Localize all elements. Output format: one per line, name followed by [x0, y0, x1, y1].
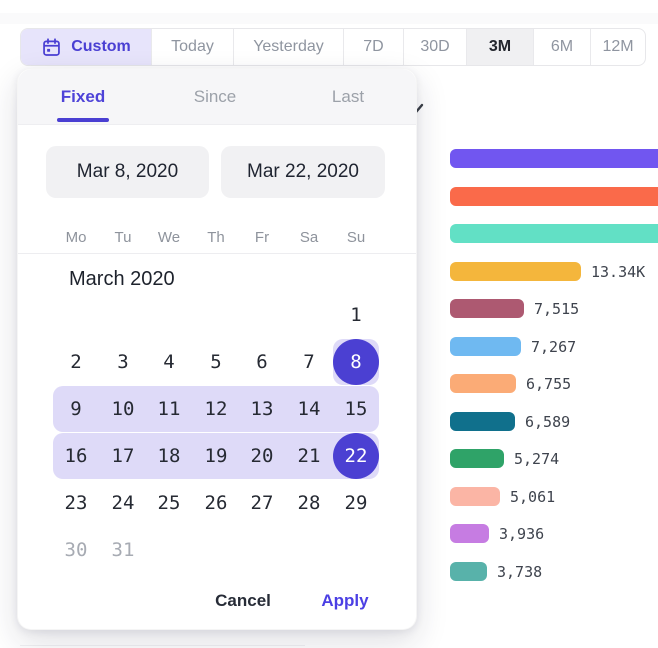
weekday-label: Fr — [239, 227, 285, 249]
day-cell[interactable]: 14 — [286, 386, 332, 432]
country-bar — [450, 374, 516, 393]
day-cell[interactable]: 29 — [333, 480, 379, 526]
date-picker-popup: Fixed Since Last Mar 8, 2020 Mar 22, 202… — [17, 68, 417, 630]
day-cell[interactable]: 13 — [239, 386, 285, 432]
toolbar-item-label: 12M — [602, 38, 633, 56]
day-cell[interactable]: 9 — [53, 386, 99, 432]
country-bar — [450, 149, 658, 168]
weekday-label: Sa — [286, 227, 332, 249]
toolbar-item-3m[interactable]: 3M — [467, 29, 534, 65]
toolbar-item-label: 7D — [363, 38, 383, 56]
weekday-label: Su — [333, 227, 379, 249]
day-cell[interactable]: 5 — [193, 339, 239, 385]
tab-label: Fixed — [61, 87, 105, 107]
country-value: 3,738 — [497, 563, 542, 582]
toolbar-item-today[interactable]: Today — [152, 29, 234, 65]
day-cell[interactable]: 7 — [286, 339, 332, 385]
toolbar-item-7d[interactable]: 7D — [344, 29, 404, 65]
country-bar — [450, 224, 658, 243]
country-value: 5,274 — [514, 450, 559, 469]
country-value: 6,589 — [525, 413, 570, 432]
toolbar-item-label: 6M — [551, 38, 573, 56]
day-cell[interactable]: 15 — [333, 386, 379, 432]
country-bar — [450, 262, 581, 281]
day-cell[interactable]: 19 — [193, 433, 239, 479]
cancel-button[interactable]: Cancel — [203, 585, 283, 617]
country-bar — [450, 562, 487, 581]
day-cell-range-start[interactable]: 8 — [333, 339, 379, 385]
calendar-icon — [41, 37, 62, 58]
day-cell-range-end[interactable]: 22 — [333, 433, 379, 479]
day-cell[interactable]: 10 — [100, 386, 146, 432]
day-cell[interactable]: 20 — [239, 433, 285, 479]
day-cell[interactable]: 11 — [146, 386, 192, 432]
tab-since[interactable]: Since — [170, 69, 260, 125]
day-cell[interactable]: 16 — [53, 433, 99, 479]
weekday-label: Tu — [100, 227, 146, 249]
day-cell[interactable]: 27 — [239, 480, 285, 526]
country-value: 5,061 — [510, 488, 555, 507]
country-bar — [450, 449, 504, 468]
day-cell[interactable]: 21 — [286, 433, 332, 479]
date-picker-tabbar: Fixed Since Last — [18, 69, 416, 125]
month-title: March 2020 — [69, 268, 175, 291]
tab-label: Since — [194, 87, 237, 107]
country-bar — [450, 337, 521, 356]
start-date-value: Mar 8, 2020 — [77, 161, 178, 183]
country-value: 13.34K — [591, 263, 645, 282]
day-cell[interactable]: 2 — [53, 339, 99, 385]
day-cell[interactable]: 23 — [53, 480, 99, 526]
country-value: 7,515 — [534, 300, 579, 319]
day-cell[interactable]: 28 — [286, 480, 332, 526]
weekday-label: We — [146, 227, 192, 249]
apply-button[interactable]: Apply — [308, 585, 382, 617]
toolbar-item-30d[interactable]: 30D — [404, 29, 467, 65]
active-tab-underline — [57, 118, 109, 122]
day-cell[interactable]: 3 — [100, 339, 146, 385]
day-cell[interactable]: 18 — [146, 433, 192, 479]
day-cell-disabled: 30 — [53, 527, 99, 573]
country-bar — [450, 299, 524, 318]
toolbar-item-label: Yesterday — [253, 38, 324, 56]
weekday-divider — [18, 253, 416, 254]
day-cell[interactable]: 6 — [239, 339, 285, 385]
day-cell[interactable]: 1 — [333, 292, 379, 338]
toolbar-item-6m[interactable]: 6M — [534, 29, 591, 65]
toolbar-item-label: Today — [171, 38, 214, 56]
country-value: 6,755 — [526, 375, 571, 394]
tab-fixed[interactable]: Fixed — [38, 69, 128, 125]
end-date-input[interactable]: Mar 22, 2020 — [221, 146, 385, 198]
page-top-strip — [0, 13, 658, 24]
tab-label: Last — [332, 87, 364, 107]
bottom-divider — [20, 645, 305, 646]
start-date-input[interactable]: Mar 8, 2020 — [46, 146, 209, 198]
weekday-label: Mo — [53, 227, 99, 249]
day-cell[interactable]: 26 — [193, 480, 239, 526]
day-cell[interactable]: 17 — [100, 433, 146, 479]
country-value: 7,267 — [531, 338, 576, 357]
tab-last[interactable]: Last — [303, 69, 393, 125]
toolbar-item-custom[interactable]: Custom — [21, 29, 152, 65]
country-bar — [450, 487, 500, 506]
day-cell[interactable]: 25 — [146, 480, 192, 526]
country-bar — [450, 187, 658, 206]
toolbar-item-12m[interactable]: 12M — [591, 29, 645, 65]
country-bar — [450, 412, 515, 431]
toolbar-item-yesterday[interactable]: Yesterday — [234, 29, 344, 65]
day-cell[interactable]: 4 — [146, 339, 192, 385]
day-cell[interactable]: 24 — [100, 480, 146, 526]
weekday-label: Th — [193, 227, 239, 249]
toolbar-item-label: 30D — [420, 38, 449, 56]
toolbar-item-label: Custom — [71, 38, 131, 56]
date-range-toolbar: Custom Today Yesterday 7D 30D 3M 6M 12M — [20, 28, 646, 66]
country-bar — [450, 524, 489, 543]
country-value: 3,936 — [499, 525, 544, 544]
day-cell[interactable]: 12 — [193, 386, 239, 432]
toolbar-item-label: 3M — [489, 38, 511, 56]
day-cell-disabled: 31 — [100, 527, 146, 573]
end-date-value: Mar 22, 2020 — [247, 161, 359, 183]
